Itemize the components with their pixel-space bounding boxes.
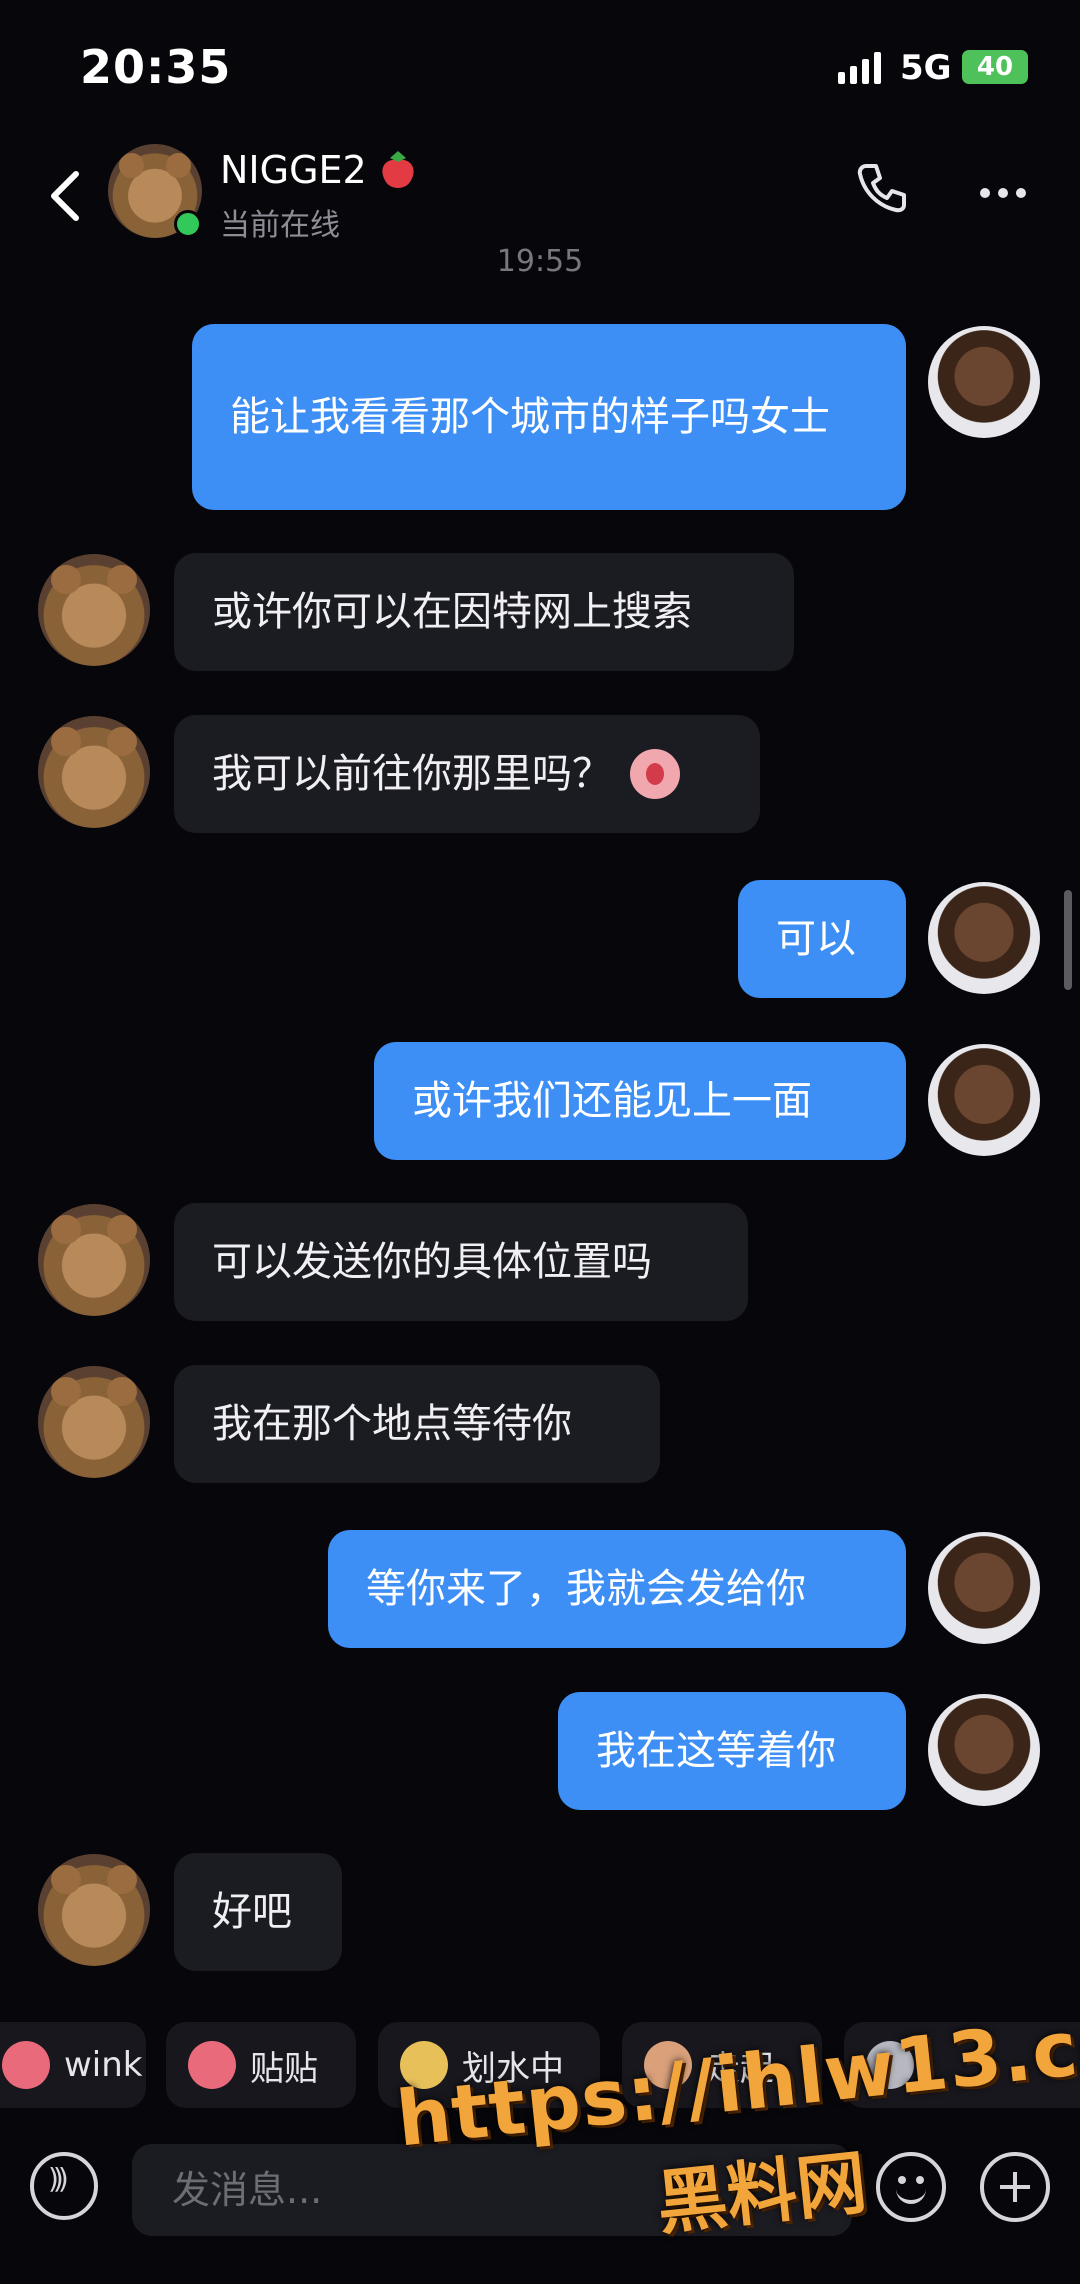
quick-reply-chip[interactable] — [844, 2022, 1080, 2108]
phone-icon[interactable] — [852, 158, 912, 218]
message-bubble[interactable]: 或许我们还能见上一面 — [374, 1042, 906, 1160]
chip-label: 划水中 — [462, 2048, 564, 2089]
contact-avatar[interactable] — [38, 554, 150, 666]
wink-sticker-icon — [2, 2041, 50, 2089]
signal-icon — [838, 50, 881, 84]
sticker-icon — [866, 2041, 914, 2089]
lets-go-sticker-icon — [644, 2041, 692, 2089]
contact-avatar[interactable] — [38, 1366, 150, 1478]
quick-reply-chip[interactable]: wink — [0, 2022, 146, 2108]
my-avatar[interactable] — [928, 882, 1040, 994]
battery-icon: 40 — [962, 50, 1028, 84]
message-bubble[interactable]: 可以 — [738, 880, 906, 998]
voice-input-icon[interactable] — [30, 2152, 98, 2220]
scrollbar[interactable] — [1064, 890, 1072, 990]
hug-sticker-icon — [188, 2041, 236, 2089]
shy-face-emoji-icon — [630, 749, 680, 799]
online-status: 当前在线 — [220, 208, 340, 243]
message-text: 可以发送你的具体位置吗 — [212, 1239, 652, 1285]
message-timestamp: 19:55 — [496, 244, 584, 279]
my-avatar[interactable] — [928, 1532, 1040, 1644]
message-bubble[interactable]: 可以发送你的具体位置吗 — [174, 1203, 748, 1321]
message-bubble[interactable]: 我在那个地点等待你 — [174, 1365, 660, 1483]
message-input-bar — [0, 2130, 1080, 2256]
message-text: 好吧 — [212, 1889, 292, 1935]
message-bubble[interactable]: 好吧 — [174, 1853, 342, 1971]
contact-avatar[interactable] — [38, 716, 150, 828]
message-input[interactable] — [132, 2144, 852, 2236]
my-avatar[interactable] — [928, 1694, 1040, 1806]
contact-name[interactable]: NIGGE2 — [220, 148, 367, 192]
message-text: 我可以前往你那里吗？ — [212, 751, 612, 797]
message-text: 能让我看看那个城市的样子吗女士 — [230, 394, 830, 440]
chat-header: NIGGE2 当前在线 — [0, 130, 1080, 260]
online-indicator — [174, 210, 202, 238]
message-bubble[interactable]: 我可以前往你那里吗？ — [174, 715, 760, 833]
quick-reply-chip[interactable]: 走起 — [622, 2022, 822, 2108]
message-text: 或许你可以在因特网上搜索 — [212, 589, 692, 635]
message-text: 可以 — [776, 916, 856, 962]
status-bar: 20:35 5G 40 — [0, 0, 1080, 130]
emoji-icon[interactable] — [876, 2152, 946, 2222]
contact-avatar[interactable] — [38, 1204, 150, 1316]
add-attachment-icon[interactable] — [980, 2152, 1050, 2222]
message-text: 或许我们还能见上一面 — [412, 1078, 812, 1124]
chip-label: wink — [64, 2045, 143, 2085]
my-avatar[interactable] — [928, 326, 1040, 438]
message-bubble[interactable]: 能让我看看那个城市的样子吗女士 — [192, 324, 906, 510]
message-text: 我在这等着你 — [596, 1728, 836, 1774]
contact-avatar[interactable] — [38, 1854, 150, 1966]
message-text: 我在那个地点等待你 — [212, 1401, 572, 1447]
quick-reply-chip[interactable]: 划水中 — [378, 2022, 600, 2108]
back-arrow-icon[interactable] — [38, 156, 98, 236]
message-bubble[interactable]: 我在这等着你 — [558, 1692, 906, 1810]
clock: 20:35 — [80, 40, 232, 94]
chip-label: 贴贴 — [250, 2048, 318, 2089]
message-bubble[interactable]: 等你来了，我就会发给你 — [328, 1530, 906, 1648]
quick-reply-chip[interactable]: 贴贴 — [166, 2022, 356, 2108]
message-text: 等你来了，我就会发给你 — [366, 1566, 806, 1612]
my-avatar[interactable] — [928, 1044, 1040, 1156]
slacking-sticker-icon — [400, 2041, 448, 2089]
network-type: 5G — [900, 48, 952, 88]
chip-label: 走起 — [706, 2048, 774, 2089]
more-options-icon[interactable] — [978, 186, 1028, 200]
quick-reply-bar[interactable]: wink 贴贴 划水中 走起 — [0, 2000, 1080, 2130]
strawberry-icon — [382, 151, 414, 188]
message-bubble[interactable]: 或许你可以在因特网上搜索 — [174, 553, 794, 671]
